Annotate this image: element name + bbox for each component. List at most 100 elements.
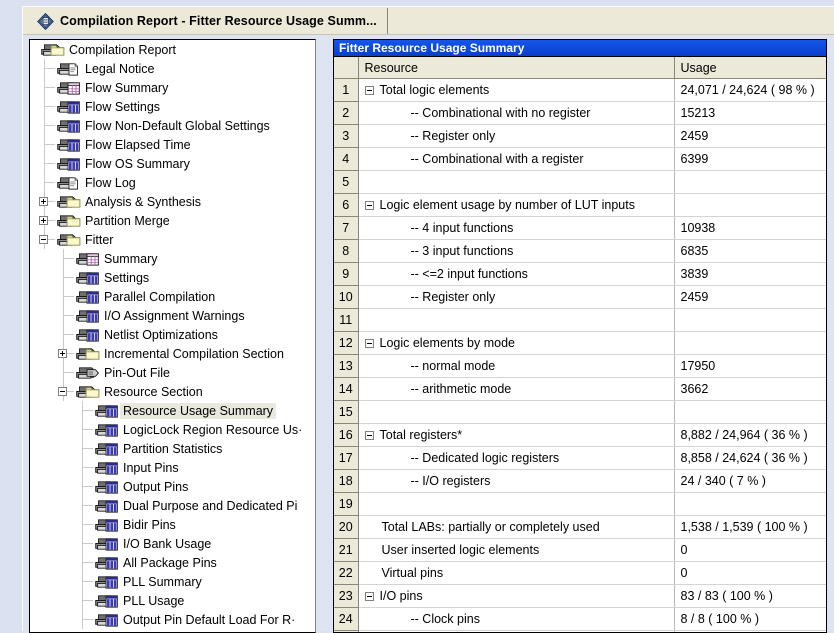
usage-cell[interactable]: 0 <box>674 562 826 585</box>
tree-item-pll-usage[interactable]: PLL Usage <box>30 591 315 610</box>
tree-item-i-o-bank-usage[interactable]: I/O Bank Usage <box>30 534 315 553</box>
resource-cell[interactable] <box>358 171 674 194</box>
report-navigation-tree[interactable]: Compilation ReportLegal NoticeFlow Summa… <box>29 39 316 633</box>
resource-cell[interactable]: Logic elements by mode <box>358 332 674 355</box>
tree-item-all-package-pins[interactable]: All Package Pins <box>30 553 315 572</box>
tree-item-i-o-assignment-warnings[interactable]: I/O Assignment Warnings <box>30 306 315 325</box>
table-row[interactable]: 18-- I/O registers24 / 340 ( 7 % ) <box>334 470 826 493</box>
usage-cell[interactable] <box>674 171 826 194</box>
tree-item-output-pin-default-load-for-r[interactable]: Output Pin Default Load For R· <box>30 610 315 629</box>
table-row[interactable]: 8-- 3 input functions6835 <box>334 240 826 263</box>
resource-cell[interactable]: -- Register only <box>358 286 674 309</box>
tree-item-flow-settings[interactable]: Flow Settings <box>30 97 315 116</box>
tree-item-flow-non-default-global-settings[interactable]: Flow Non-Default Global Settings <box>30 116 315 135</box>
tree-item-partition-statistics[interactable]: Partition Statistics <box>30 439 315 458</box>
tree-item-resource-section[interactable]: Resource Section <box>30 382 315 401</box>
table-row[interactable]: 11 <box>334 309 826 332</box>
tree-item-bidir-pins[interactable]: Bidir Pins <box>30 515 315 534</box>
resource-cell[interactable]: User inserted logic elements <box>358 539 674 562</box>
tree-item-analysis-synthesis[interactable]: Analysis & Synthesis <box>30 192 315 211</box>
usage-cell[interactable]: 2459 <box>674 286 826 309</box>
row-number-cell[interactable]: 13 <box>334 355 358 378</box>
resource-cell[interactable] <box>358 309 674 332</box>
resource-cell[interactable]: -- Combinational with no register <box>358 102 674 125</box>
usage-cell[interactable]: 0 <box>674 539 826 562</box>
row-number-cell[interactable]: 8 <box>334 240 358 263</box>
column-header-rownum[interactable] <box>334 57 358 79</box>
resource-cell[interactable]: Total registers* <box>358 424 674 447</box>
tree-item-settings[interactable]: Settings <box>30 268 315 287</box>
document-tab-compilation-report[interactable]: Compilation Report - Fitter Resource Usa… <box>31 8 388 34</box>
row-number-cell[interactable]: 2 <box>334 102 358 125</box>
collapse-icon[interactable] <box>365 201 374 210</box>
resource-cell[interactable]: -- Dedicated logic registers <box>358 447 674 470</box>
tree-item-compilation-report[interactable]: Compilation Report <box>30 40 315 59</box>
table-row[interactable]: 22Virtual pins0 <box>334 562 826 585</box>
table-row[interactable]: 19 <box>334 493 826 516</box>
tree-item-flow-os-summary[interactable]: Flow OS Summary <box>30 154 315 173</box>
collapse-icon[interactable] <box>39 235 48 244</box>
row-number-cell[interactable]: 15 <box>334 401 358 424</box>
resource-cell[interactable]: Logic element usage by number of LUT inp… <box>358 194 674 217</box>
row-number-cell[interactable]: 12 <box>334 332 358 355</box>
table-row[interactable]: 5 <box>334 171 826 194</box>
resource-cell[interactable]: Virtual pins <box>358 562 674 585</box>
tree-item-flow-log[interactable]: Flow Log <box>30 173 315 192</box>
usage-cell[interactable]: 8 / 8 ( 100 % ) <box>674 608 826 631</box>
tree-item-dual-purpose-and-dedicated-pi[interactable]: Dual Purpose and Dedicated Pi <box>30 496 315 515</box>
table-row[interactable]: 7-- 4 input functions10938 <box>334 217 826 240</box>
resource-cell[interactable]: -- Clock pins <box>358 608 674 631</box>
usage-cell[interactable]: 3662 <box>674 378 826 401</box>
collapse-icon[interactable] <box>365 431 374 440</box>
usage-cell[interactable]: 24 / 340 ( 7 % ) <box>674 470 826 493</box>
usage-cell[interactable]: 2459 <box>674 125 826 148</box>
table-row[interactable]: 2-- Combinational with no register15213 <box>334 102 826 125</box>
collapse-icon[interactable] <box>365 339 374 348</box>
table-row[interactable]: 9-- <=2 input functions3839 <box>334 263 826 286</box>
table-row[interactable]: 15 <box>334 401 826 424</box>
resource-cell[interactable]: -- Register only <box>358 125 674 148</box>
row-number-cell[interactable]: 19 <box>334 493 358 516</box>
table-row[interactable]: 20Total LABs: partially or completely us… <box>334 516 826 539</box>
usage-cell[interactable]: 6399 <box>674 148 826 171</box>
usage-cell[interactable]: 15213 <box>674 102 826 125</box>
expand-icon[interactable] <box>39 216 48 225</box>
table-row[interactable]: 3-- Register only2459 <box>334 125 826 148</box>
column-header-resource[interactable]: Resource <box>358 57 674 79</box>
expand-icon[interactable] <box>39 197 48 206</box>
usage-cell[interactable]: 24,071 / 24,624 ( 98 % ) <box>674 79 826 102</box>
resource-cell[interactable]: I/O pins <box>358 585 674 608</box>
resource-cell[interactable] <box>358 401 674 424</box>
tree-item-pin-out-file[interactable]: Pin-Out File <box>30 363 315 382</box>
usage-cell[interactable]: 6835 <box>674 240 826 263</box>
usage-cell[interactable]: 3839 <box>674 263 826 286</box>
table-row[interactable]: 4-- Combinational with a register6399 <box>334 148 826 171</box>
resource-cell[interactable]: -- normal mode <box>358 355 674 378</box>
resource-cell[interactable]: -- Combinational with a register <box>358 148 674 171</box>
usage-cell[interactable]: 10938 <box>674 217 826 240</box>
usage-cell[interactable]: 1,538 / 1,539 ( 100 % ) <box>674 516 826 539</box>
row-number-cell[interactable]: 17 <box>334 447 358 470</box>
table-row[interactable]: 1Total logic elements24,071 / 24,624 ( 9… <box>334 79 826 102</box>
row-number-cell[interactable]: 10 <box>334 286 358 309</box>
expand-icon[interactable] <box>58 349 67 358</box>
usage-cell[interactable] <box>674 194 826 217</box>
row-number-cell[interactable]: 1 <box>334 79 358 102</box>
tree-item-summary[interactable]: Summary <box>30 249 315 268</box>
usage-cell[interactable] <box>674 493 826 516</box>
usage-cell[interactable]: 8,858 / 24,624 ( 36 % ) <box>674 447 826 470</box>
table-row[interactable]: 14-- arithmetic mode3662 <box>334 378 826 401</box>
usage-cell[interactable]: 83 / 83 ( 100 % ) <box>674 585 826 608</box>
tree-item-parallel-compilation[interactable]: Parallel Compilation <box>30 287 315 306</box>
resource-cell[interactable]: Total logic elements <box>358 79 674 102</box>
usage-cell[interactable]: 17950 <box>674 355 826 378</box>
resource-cell[interactable] <box>358 493 674 516</box>
usage-cell[interactable]: 8,882 / 24,964 ( 36 % ) <box>674 424 826 447</box>
row-number-cell[interactable]: 9 <box>334 263 358 286</box>
collapse-icon[interactable] <box>365 86 374 95</box>
table-row[interactable]: 10-- Register only2459 <box>334 286 826 309</box>
row-number-cell[interactable]: 4 <box>334 148 358 171</box>
resource-cell[interactable]: -- <=2 input functions <box>358 263 674 286</box>
row-number-cell[interactable]: 22 <box>334 562 358 585</box>
usage-cell[interactable] <box>674 309 826 332</box>
